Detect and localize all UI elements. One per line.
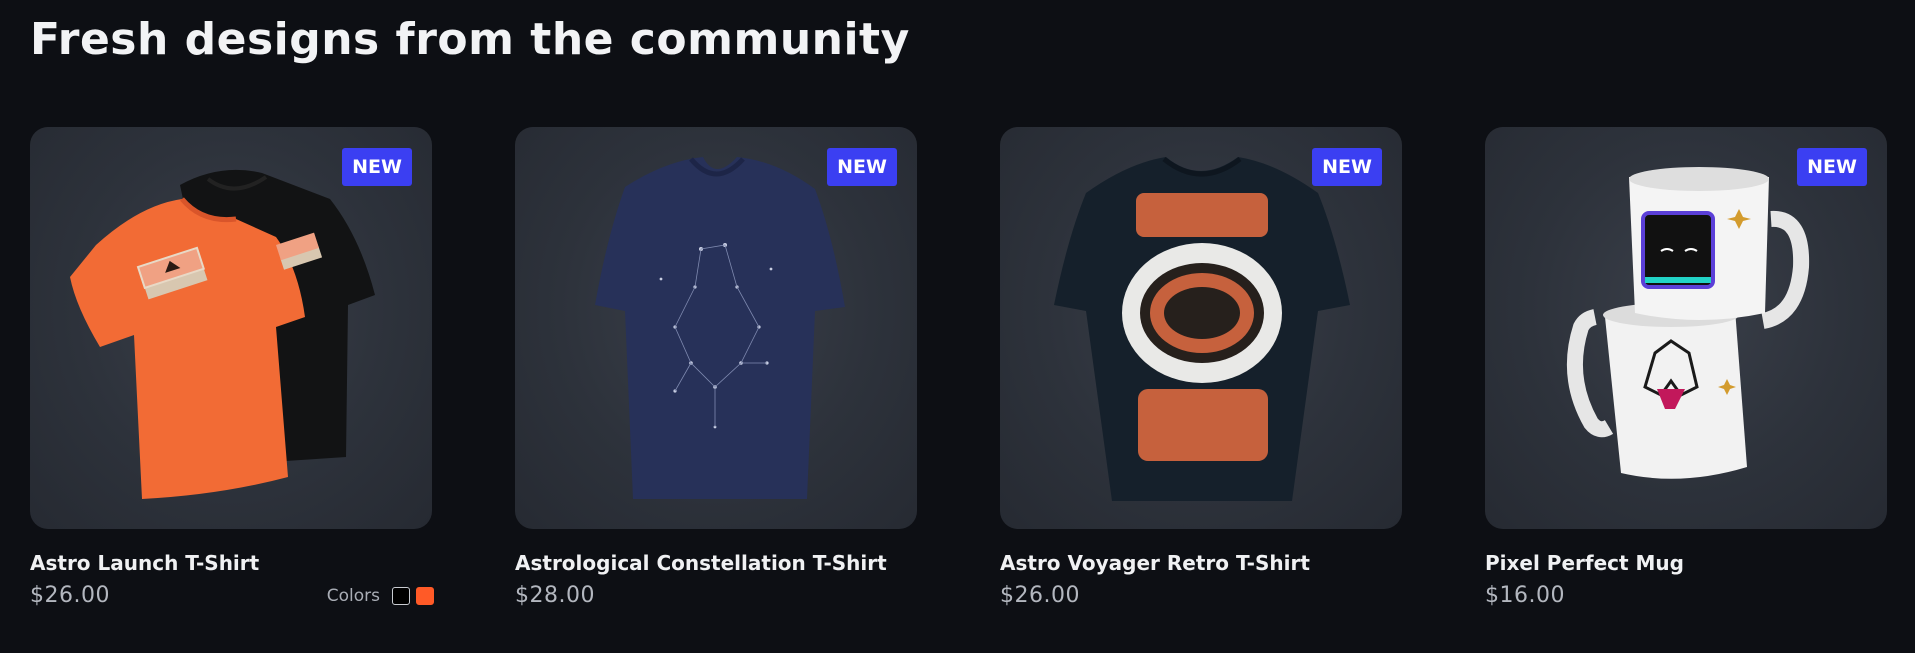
product-price: $28.00 bbox=[515, 583, 595, 608]
product-image-constellation-tshirt[interactable]: NEW bbox=[515, 127, 917, 529]
stacked-mugs-image bbox=[1566, 167, 1810, 479]
product-price: $26.00 bbox=[1000, 583, 1080, 608]
product-card[interactable]: NEW Astro Launch T-Shirt $26.00 Colors bbox=[30, 127, 434, 608]
product-name[interactable]: Pixel Perfect Mug bbox=[1485, 551, 1887, 575]
new-badge: NEW bbox=[827, 148, 897, 186]
product-price: $16.00 bbox=[1485, 583, 1565, 608]
product-name[interactable]: Astro Voyager Retro T-Shirt bbox=[1000, 551, 1402, 575]
color-options: Colors bbox=[327, 586, 434, 606]
swatch-orange[interactable] bbox=[416, 586, 434, 605]
new-badge: NEW bbox=[1312, 148, 1382, 186]
new-badge: NEW bbox=[1797, 148, 1867, 186]
product-card[interactable]: NEW Pixel Perfect Mug $16.00 bbox=[1485, 127, 1887, 608]
constellation-tshirt-image bbox=[595, 157, 845, 499]
product-name[interactable]: Astrological Constellation T-Shirt bbox=[515, 551, 917, 575]
section-title: Fresh designs from the community bbox=[30, 14, 910, 65]
product-name[interactable]: Astro Launch T-Shirt bbox=[30, 551, 432, 575]
product-card[interactable]: NEW Astrological Constellation T-Shirt $… bbox=[515, 127, 917, 608]
retro-astronaut-tshirt-image bbox=[1054, 157, 1350, 501]
swatch-black[interactable] bbox=[392, 586, 410, 605]
product-price: $26.00 bbox=[30, 583, 110, 608]
product-image-retro-tshirt[interactable]: NEW bbox=[1000, 127, 1402, 529]
tshirt-pair-image bbox=[70, 169, 375, 499]
product-image-tshirts[interactable]: NEW bbox=[30, 127, 432, 529]
product-grid: NEW Astro Launch T-Shirt $26.00 Colors N… bbox=[30, 127, 1887, 608]
colors-label: Colors bbox=[326, 585, 380, 606]
product-image-mugs[interactable]: NEW bbox=[1485, 127, 1887, 529]
product-card[interactable]: NEW Astro Voyager Retro T-Shirt $26.00 bbox=[1000, 127, 1402, 608]
new-badge: NEW bbox=[342, 148, 412, 186]
